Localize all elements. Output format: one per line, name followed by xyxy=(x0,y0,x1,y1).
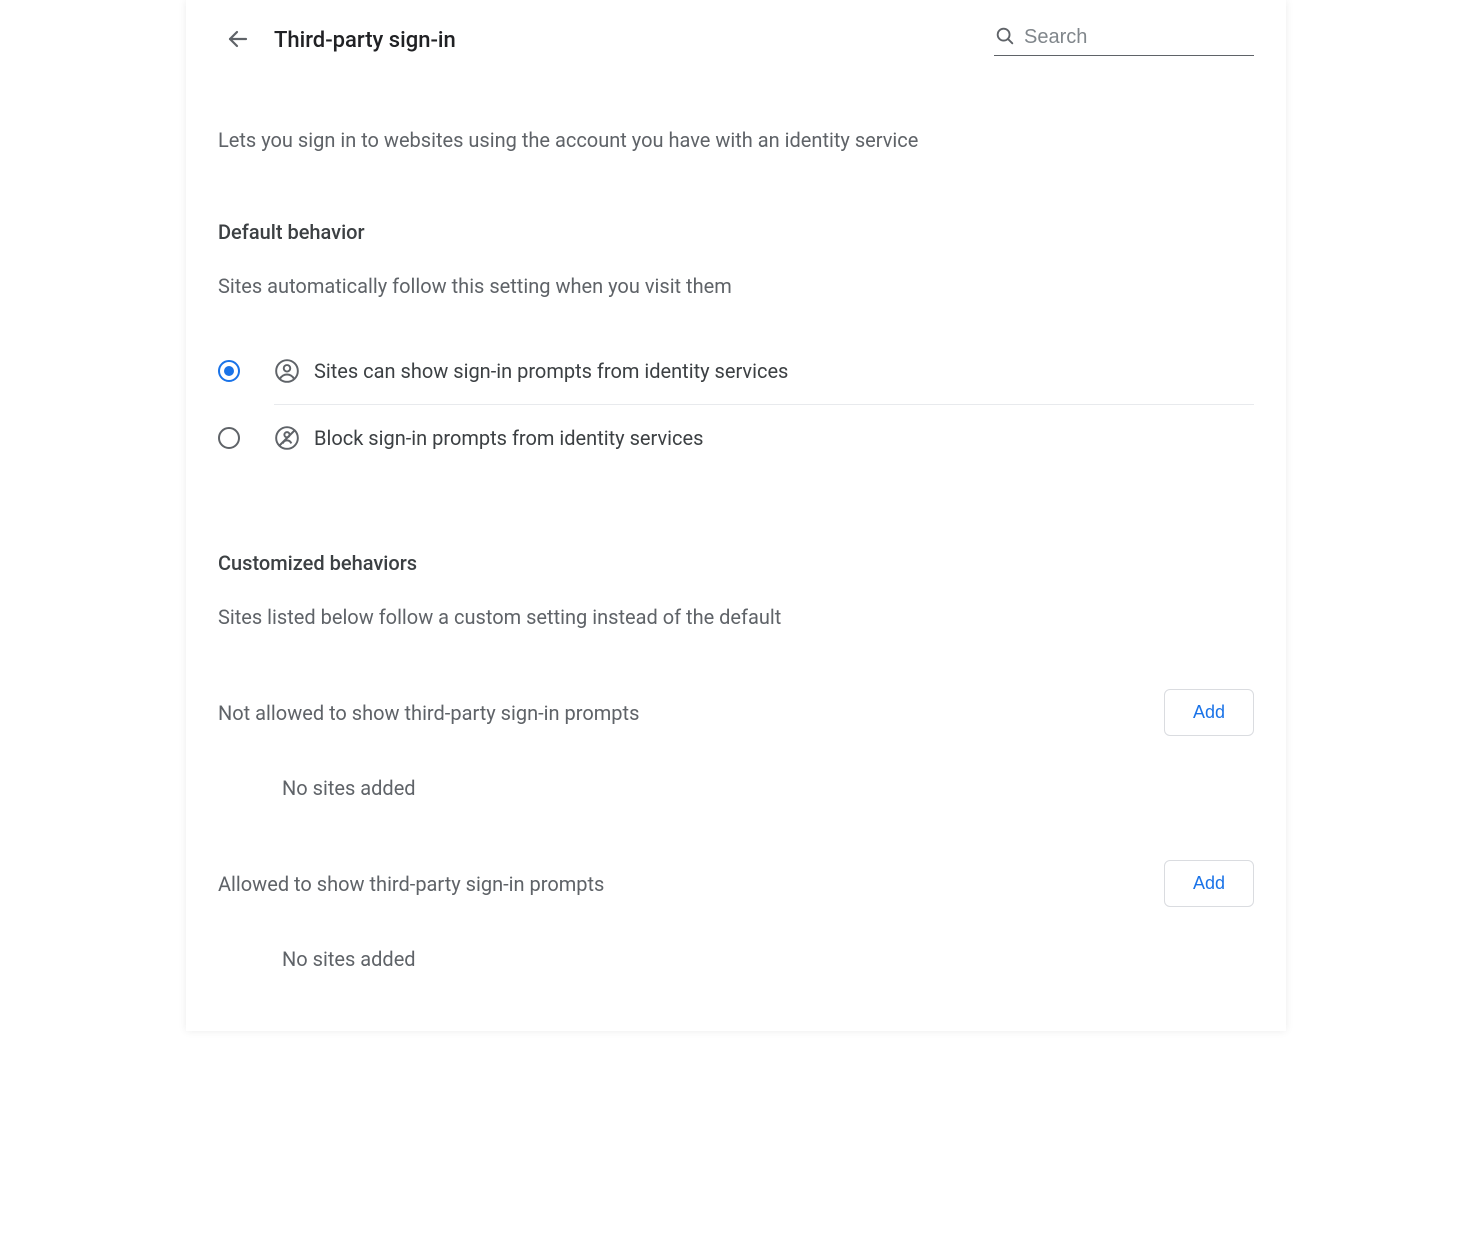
not-allowed-label: Not allowed to show third-party sign-in … xyxy=(218,701,639,725)
radio-button-selected[interactable] xyxy=(218,360,240,382)
not-allowed-section: Not allowed to show third-party sign-in … xyxy=(218,689,1254,736)
radio-option-allow-label: Sites can show sign-in prompts from iden… xyxy=(314,359,788,383)
radio-option-allow[interactable]: Sites can show sign-in prompts from iden… xyxy=(218,338,1254,404)
allowed-section: Allowed to show third-party sign-in prom… xyxy=(218,860,1254,907)
add-not-allowed-button[interactable]: Add xyxy=(1164,689,1254,736)
page-title: Third-party sign-in xyxy=(274,28,456,53)
header: Third-party sign-in xyxy=(186,0,1286,60)
radio-option-block-label: Block sign-in prompts from identity serv… xyxy=(314,426,703,450)
radio-button-unselected[interactable] xyxy=(218,427,240,449)
customized-behaviors-heading: Customized behaviors xyxy=(218,551,1254,575)
customized-behaviors-subtext: Sites listed below follow a custom setti… xyxy=(218,605,1254,629)
page-description: Lets you sign in to websites using the a… xyxy=(218,128,1254,152)
add-allowed-button[interactable]: Add xyxy=(1164,860,1254,907)
search-input[interactable] xyxy=(1024,26,1254,49)
default-behavior-radio-group: Sites can show sign-in prompts from iden… xyxy=(218,338,1254,471)
default-behavior-subtext: Sites automatically follow this setting … xyxy=(218,274,1254,298)
settings-page: Third-party sign-in Lets you sign in to … xyxy=(186,0,1286,1031)
content: Lets you sign in to websites using the a… xyxy=(186,128,1286,971)
default-behavior-heading: Default behavior xyxy=(218,220,1254,244)
person-circle-icon xyxy=(274,358,300,384)
block-icon xyxy=(274,425,300,451)
not-allowed-empty: No sites added xyxy=(282,776,1254,800)
radio-option-block[interactable]: Block sign-in prompts from identity serv… xyxy=(218,405,1254,471)
back-button[interactable] xyxy=(218,20,258,60)
allowed-empty: No sites added xyxy=(282,947,1254,971)
arrow-left-icon xyxy=(226,27,250,54)
allowed-label: Allowed to show third-party sign-in prom… xyxy=(218,872,604,896)
search-icon xyxy=(994,25,1024,51)
search-field[interactable] xyxy=(994,25,1254,56)
